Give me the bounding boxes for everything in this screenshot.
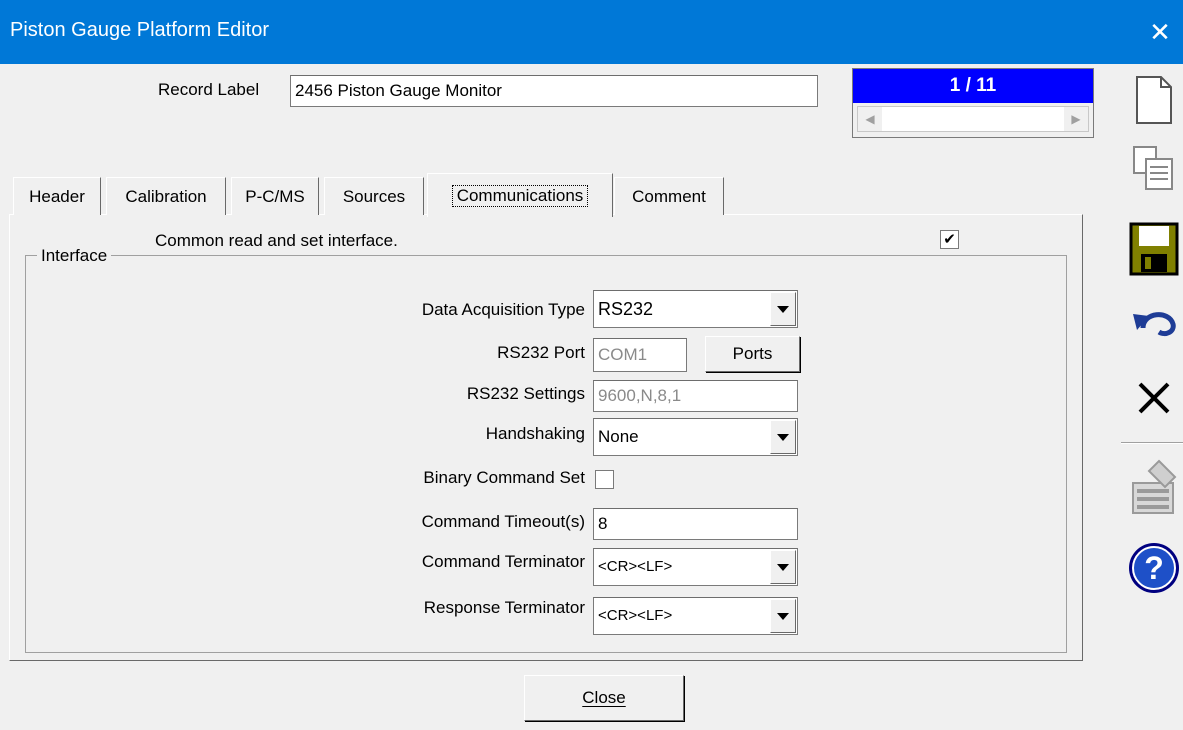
save-icon[interactable] bbox=[1125, 220, 1183, 278]
rs232-port-input: COM1 bbox=[593, 338, 687, 372]
record-scrollbar[interactable]: ◀ ▶ bbox=[857, 106, 1089, 132]
record-label: Record Label bbox=[158, 80, 260, 99]
edit-disabled-icon bbox=[1125, 455, 1183, 525]
response-terminator-label: Response Terminator bbox=[423, 598, 585, 617]
command-terminator-select[interactable]: <CR><LF> bbox=[593, 548, 798, 586]
binary-command-set-checkbox[interactable] bbox=[595, 470, 614, 489]
undo-icon[interactable] bbox=[1125, 300, 1183, 340]
ports-button-label: Ports bbox=[732, 344, 773, 363]
command-timeout-input[interactable]: 8 bbox=[593, 508, 798, 540]
tab-calibration[interactable]: Calibration bbox=[106, 177, 226, 215]
tab-communications[interactable]: Communications bbox=[427, 173, 613, 217]
chevron-down-icon[interactable] bbox=[770, 420, 796, 454]
tab-pcms[interactable]: P-C/MS bbox=[231, 177, 319, 215]
tab-header[interactable]: Header bbox=[13, 177, 101, 215]
data-acquisition-type-value: RS232 bbox=[598, 299, 654, 319]
record-position: 1 / 11 bbox=[853, 69, 1093, 103]
command-timeout-label: Command Timeout(s) bbox=[421, 512, 585, 531]
command-terminator-label: Command Terminator bbox=[421, 552, 585, 571]
tab-comment-label: Comment bbox=[632, 186, 706, 206]
close-button-label: Close bbox=[582, 688, 626, 707]
handshaking-label: Handshaking bbox=[485, 424, 585, 443]
window-title: Piston Gauge Platform Editor bbox=[10, 19, 270, 41]
scroll-right-icon[interactable]: ▶ bbox=[1064, 107, 1088, 131]
tab-calibration-label: Calibration bbox=[125, 186, 207, 206]
rs232-settings-label: RS232 Settings bbox=[466, 384, 585, 403]
tab-communications-label: Communications bbox=[451, 184, 589, 207]
copy-record-icon[interactable] bbox=[1125, 145, 1183, 190]
rs232-port-label: RS232 Port bbox=[497, 343, 585, 362]
command-terminator-value: <CR><LF> bbox=[598, 558, 673, 575]
chevron-down-icon[interactable] bbox=[770, 599, 796, 633]
data-acquisition-type-label: Data Acquisition Type bbox=[421, 300, 585, 319]
interface-group-title: Interface bbox=[37, 246, 112, 266]
binary-command-set-label: Binary Command Set bbox=[423, 468, 585, 487]
title-bar: Piston Gauge Platform Editor ✕ bbox=[0, 0, 1183, 64]
toolbar-separator bbox=[1121, 442, 1183, 444]
new-record-icon[interactable] bbox=[1125, 70, 1183, 130]
close-button[interactable]: Close bbox=[524, 675, 684, 721]
tab-pcms-label: P-C/MS bbox=[245, 186, 305, 206]
help-icon[interactable]: ? bbox=[1125, 538, 1183, 598]
chevron-down-icon[interactable] bbox=[770, 292, 796, 326]
tab-comment[interactable]: Comment bbox=[614, 177, 724, 215]
common-interface-checkbox[interactable]: ✔ bbox=[940, 230, 959, 249]
response-terminator-value: <CR><LF> bbox=[598, 607, 673, 624]
common-interface-label: Common read and set interface. bbox=[155, 231, 398, 250]
window-close-icon[interactable]: ✕ bbox=[1137, 0, 1183, 64]
ports-button[interactable]: Ports bbox=[705, 336, 800, 372]
record-navigator: 1 / 11 ◀ ▶ bbox=[852, 68, 1094, 138]
tab-sources[interactable]: Sources bbox=[324, 177, 424, 215]
svg-text:?: ? bbox=[1144, 550, 1164, 586]
tab-sources-label: Sources bbox=[342, 186, 406, 206]
handshaking-value: None bbox=[598, 427, 639, 446]
record-label-input[interactable]: 2456 Piston Gauge Monitor bbox=[290, 75, 818, 107]
chevron-down-icon[interactable] bbox=[770, 550, 796, 584]
delete-icon[interactable] bbox=[1125, 378, 1183, 418]
response-terminator-select[interactable]: <CR><LF> bbox=[593, 597, 798, 635]
data-acquisition-type-select[interactable]: RS232 bbox=[593, 290, 798, 328]
handshaking-select[interactable]: None bbox=[593, 418, 798, 456]
tab-header-label: Header bbox=[29, 186, 85, 206]
rs232-settings-input: 9600,N,8,1 bbox=[593, 380, 798, 412]
scroll-left-icon[interactable]: ◀ bbox=[858, 107, 882, 131]
